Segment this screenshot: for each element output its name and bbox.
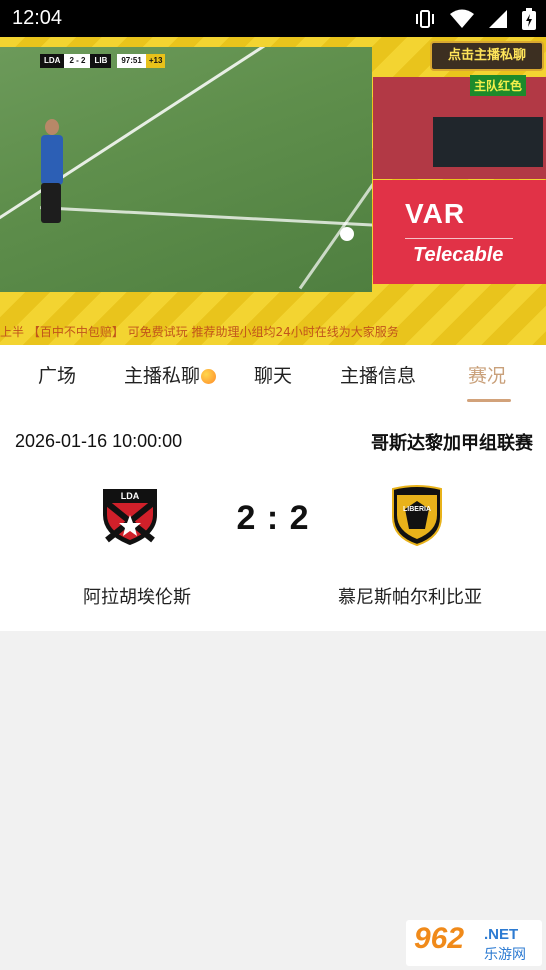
scorebug-home: LDA: [40, 54, 65, 68]
var-title: VAR: [405, 198, 466, 229]
marquee-ticker: 上半 【百中不中包赔】 可免费试玩 推荐助理小组均24小时在线为大家服务: [0, 325, 399, 339]
away-crest-text: LIBERIA: [403, 506, 431, 513]
team-color-label: 主队红色: [469, 75, 526, 96]
watermark-number: 962: [414, 922, 465, 955]
status-icons: [414, 8, 536, 30]
league-name: 哥斯达黎加甲组联赛: [371, 433, 533, 454]
tab-chat[interactable]: 聊天: [254, 361, 292, 388]
tab-plaza[interactable]: 广场: [38, 361, 76, 388]
status-time: 12:04: [12, 7, 63, 29]
status-bar: 12:04: [0, 0, 546, 37]
match-card: 2026-01-16 10:00:00 哥斯达黎加甲组联赛 LDA 2 : 2 …: [0, 407, 546, 631]
scorebug-added-time: +13: [145, 54, 166, 68]
match-score: 2 : 2: [236, 499, 310, 537]
match-datetime: 2026-01-16 10:00:00: [15, 431, 183, 451]
tab-private-chat[interactable]: 主播私聊: [124, 361, 217, 388]
var-sponsor: Telecable: [413, 244, 504, 266]
battery-icon: [522, 8, 536, 30]
tab-match-status[interactable]: 赛况: [468, 361, 506, 388]
goalkeeper-figure: [35, 115, 65, 225]
live-video-player[interactable]: LDA 2 - 2 LIB 97:51 +13 VAR Telecable 点击…: [0, 37, 546, 345]
ball: [340, 227, 354, 241]
private-chat-badge[interactable]: 点击主播私聊: [430, 41, 544, 71]
away-team-name: 慕尼斯帕尔利比亚: [338, 587, 482, 608]
notification-dot-icon: [201, 369, 217, 384]
site-watermark: 962 .NET 乐游网: [406, 920, 542, 966]
signal-icon: [489, 10, 507, 28]
scorebug: LDA 2 - 2 LIB 97:51 +13: [40, 54, 166, 68]
active-tab-indicator: [467, 399, 511, 402]
wifi-icon: [450, 9, 474, 28]
scorebug-away: LIB: [90, 54, 112, 68]
away-team-crest-icon: LIBERIA: [392, 485, 442, 547]
home-team-name: 阿拉胡埃伦斯: [83, 587, 191, 608]
tab-private-chat-label: 主播私聊: [124, 365, 201, 387]
scorebug-score: 2 - 2: [64, 54, 91, 68]
tab-streamer-info[interactable]: 主播信息: [340, 361, 416, 388]
var-graphic: VAR Telecable: [373, 180, 546, 284]
scorebug-clock: 97:51: [117, 54, 146, 68]
tab-bar: 广场 主播私聊 聊天 主播信息 赛况: [0, 345, 546, 407]
watermark-cn: 乐游网: [484, 947, 526, 963]
watermark-net: .NET: [484, 926, 519, 943]
vibrate-icon: [416, 10, 434, 28]
